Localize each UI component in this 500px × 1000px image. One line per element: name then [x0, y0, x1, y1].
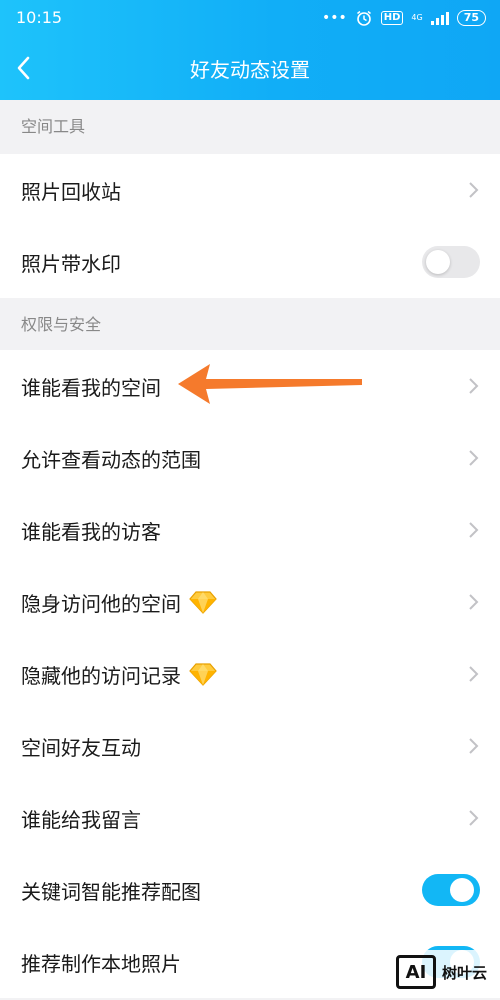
diamond-icon — [189, 591, 217, 614]
row-who-can-see-visitors[interactable]: 谁能看我的访客 — [0, 494, 500, 566]
page-title: 好友动态设置 — [190, 58, 310, 82]
alarm-icon — [356, 10, 371, 26]
row-label: 谁能看我的空间 — [21, 375, 161, 400]
photo-watermark-toggle[interactable] — [422, 246, 480, 278]
chevron-right-icon — [469, 378, 479, 394]
keyword-recommend-toggle[interactable] — [422, 874, 480, 906]
row-label: 照片带水印 — [21, 251, 121, 276]
status-time: 10:15 — [16, 8, 63, 27]
row-who-can-leave-message[interactable]: 谁能给我留言 — [0, 782, 500, 854]
hd-badge: HD — [380, 11, 404, 25]
watermark: AI 树叶云 — [392, 950, 496, 994]
row-label: 空间好友互动 — [21, 735, 141, 760]
chevron-right-icon — [469, 594, 479, 610]
section-label-permissions: 权限与安全 — [0, 298, 500, 352]
row-label: 隐藏他的访问记录 — [21, 663, 181, 688]
row-label: 照片回收站 — [21, 179, 121, 204]
row-hide-visit-records[interactable]: 隐藏他的访问记录 — [0, 638, 500, 710]
row-label: 谁能看我的访客 — [21, 519, 161, 544]
section-label-space-tools: 空间工具 — [0, 100, 500, 154]
row-space-friend-interaction[interactable]: 空间好友互动 — [0, 710, 500, 782]
row-label: 隐身访问他的空间 — [21, 591, 181, 616]
battery-indicator: 75 — [456, 10, 486, 26]
row-label: 谁能给我留言 — [21, 807, 141, 832]
chevron-right-icon — [469, 522, 479, 538]
app-header: 10:15 ••• HD 4G 75 好友动态设置 — [0, 0, 500, 100]
chevron-right-icon — [469, 666, 479, 682]
chevron-right-icon — [469, 738, 479, 754]
row-photo-watermark: 照片带水印 — [0, 226, 500, 298]
watermark-logo: AI — [396, 955, 436, 989]
row-invisible-visit[interactable]: 隐身访问他的空间 — [0, 566, 500, 638]
row-photo-recycle-bin[interactable]: 照片回收站 — [0, 154, 500, 226]
watermark-text: 树叶云 — [442, 963, 488, 982]
chevron-right-icon — [469, 182, 479, 198]
row-keyword-recommend-images: 关键词智能推荐配图 — [0, 854, 500, 926]
row-label: 允许查看动态的范围 — [21, 447, 201, 472]
chevron-right-icon — [469, 450, 479, 466]
chevron-right-icon — [469, 810, 479, 826]
row-visible-range[interactable]: 允许查看动态的范围 — [0, 422, 500, 494]
status-icons: ••• HD 4G 75 — [322, 8, 486, 28]
annotation-arrow-icon — [178, 364, 362, 404]
row-label: 推荐制作本地照片 — [21, 951, 181, 976]
nav-bar: 好友动态设置 — [0, 40, 500, 96]
status-bar: 10:15 ••• HD 4G 75 — [0, 0, 500, 36]
diamond-icon — [189, 663, 217, 686]
signal-icon — [430, 11, 449, 25]
more-dots-icon: ••• — [321, 10, 347, 26]
network-label: 4G — [411, 13, 423, 22]
row-label: 关键词智能推荐配图 — [21, 879, 201, 904]
